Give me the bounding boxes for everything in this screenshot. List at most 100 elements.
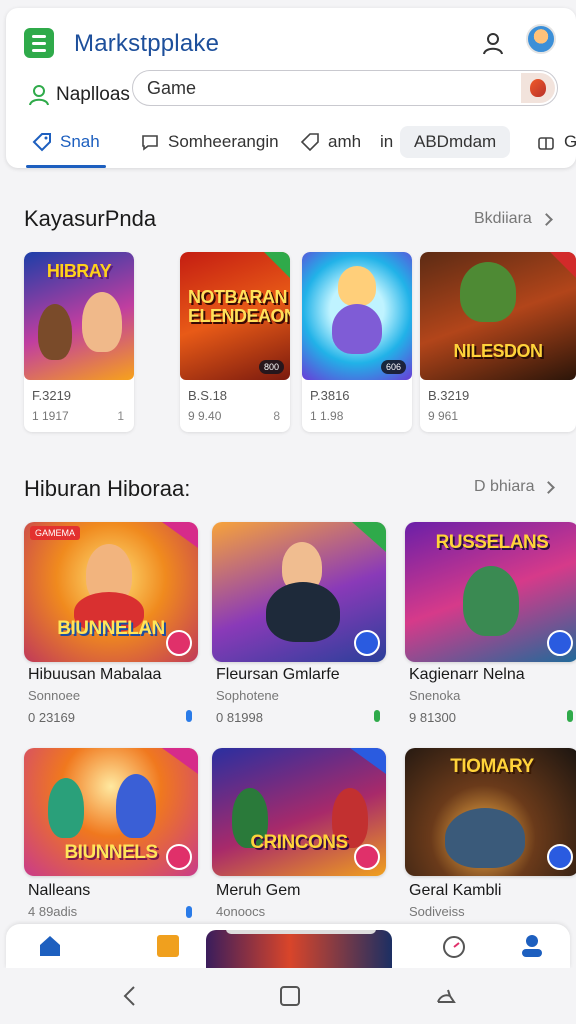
corner-badge [162,748,198,774]
account-icon [29,85,49,106]
product-meta: 9 961 [428,409,459,423]
voice-search-button[interactable] [521,73,555,103]
see-all-link[interactable]: Bkdiiara [474,210,553,228]
tab-label: ABDmdam [414,132,497,151]
game-subtitle: Sophotene [216,688,279,703]
active-tab-indicator [26,165,106,168]
see-all-label: D bhiara [474,478,535,495]
timer-icon[interactable] [440,932,468,960]
product-price: B.S.18 [188,388,228,403]
corner-badge [162,522,198,548]
chat-icon [142,135,158,151]
mic-icon [530,79,546,97]
game-card[interactable]: RUSSELANS Kagienarr Nelna Snenoka 9 8130… [405,522,576,725]
product-thumbnail: 606 [302,252,412,380]
peek-card[interactable] [206,930,392,968]
art-title: NOTBARAN ELENDEAON [188,287,290,326]
game-name: Nalleans [28,882,91,899]
product-index: 1 [117,409,124,423]
rating-badge: 800 [258,360,284,374]
product-meta: 9 9.40 [188,409,222,423]
game-subtitle: Sodiveiss [409,904,465,919]
favorite-icon[interactable] [354,630,380,656]
category-tabs: Snah Somheerangin amh in ABDmdam Ga [6,118,576,168]
recents-icon[interactable] [434,984,458,1008]
home-square-icon[interactable] [278,984,302,1008]
section-title: Hiburan Hiboraa: [24,476,191,501]
section-title: KayasurPnda [24,206,157,231]
game-name: Meruh Gem [216,882,301,899]
game-card[interactable]: BIUNNELS Nalleans 4 89adis [24,748,198,948]
product-index: 8 [273,409,280,423]
art-title: CRINCONS [250,832,348,853]
gift-icon [538,137,554,150]
tag-outline-icon [300,133,319,152]
profile-icon[interactable] [518,932,546,960]
see-all-link[interactable]: D bhiara [474,478,556,496]
tab-amh[interactable]: amh [300,126,361,158]
game-count: 0 23169 [28,710,75,725]
corner-badge [350,748,386,774]
menu-icon[interactable] [24,28,54,58]
game-count: 0 81998 [216,710,263,725]
product-card[interactable]: NILESDON B.3219 9 961 [420,252,576,432]
art-title: BIUNNELS [64,842,158,863]
product-card[interactable]: 606 P.3816 1 1.98 [302,252,412,432]
game-card[interactable]: GAMEMA BIUNNELAN Hibuusan Mabalaa Sonnoe… [24,522,198,725]
promo-tag: GAMEMA [30,526,81,540]
favorite-icon[interactable] [166,844,192,870]
favorite-icon[interactable] [166,630,192,656]
search-input[interactable] [147,77,507,99]
back-icon[interactable] [118,984,142,1008]
status-indicator [186,906,192,918]
product-card[interactable]: HIBRAY F.3219 1 1917 1 [24,252,134,432]
sale-badge [550,252,576,278]
tab-label: amh [328,132,362,151]
tab-label: Snah [60,132,100,151]
product-thumbnail: NOTBARAN ELENDEAON 800 [180,252,290,380]
system-nav-bar [0,968,576,1024]
header-card: Markstpplake Naplloas Snah Somheerangin [6,8,576,168]
product-price: F.3219 [32,388,72,403]
game-card[interactable]: CRINCONS Meruh Gem 4onoocs [212,748,386,948]
game-count: 9 81300 [409,710,456,725]
game-thumbnail: CRINCONS [212,748,386,876]
marketplace-app: Markstpplake Naplloas Snah Somheerangin [0,0,576,1024]
status-indicator [567,710,573,722]
product-meta: 1 1917 [32,409,69,423]
art-title: HIBRAY [46,261,112,281]
home-icon[interactable] [36,932,64,960]
tab-abdmdam[interactable]: ABDmdam [400,126,511,158]
favorite-icon[interactable] [354,844,380,870]
game-thumbnail: GAMEMA BIUNNELAN [24,522,198,662]
product-thumbnail: HIBRAY [24,252,134,380]
favorite-icon[interactable] [547,844,573,870]
tab-ga[interactable]: Ga [536,126,576,158]
rating-badge: 606 [380,360,406,374]
corner-badge [352,522,386,552]
status-indicator [374,710,380,722]
tab-snah[interactable]: Snah [32,126,100,158]
product-thumbnail: NILESDON [420,252,576,380]
new-badge [264,252,290,278]
tab-in[interactable]: in [380,126,393,158]
product-price: P.3816 [310,388,350,403]
favorite-icon[interactable] [547,630,573,656]
user-icon[interactable] [480,30,506,56]
game-thumbnail: BIUNNELS [24,748,198,876]
see-all-label: Bkdiiara [474,210,532,227]
search-bar [132,70,558,106]
game-card[interactable]: Fleursan Gmlarfe Sophotene 0 81998 [212,522,386,725]
game-card[interactable]: TIOMARY Geral Kambli Sodiveiss [405,748,576,948]
product-card[interactable]: NOTBARAN ELENDEAON 800 B.S.18 9 9.40 8 [180,252,290,432]
store-icon[interactable] [154,932,182,960]
game-name: Geral Kambli [409,882,502,899]
art-title: BIUNNELAN [57,618,165,639]
avatar[interactable] [526,24,556,54]
game-subtitle: Sonnoee [28,688,81,703]
status-indicator [186,710,192,722]
game-subtitle: Snenoka [409,688,461,703]
tag-icon [32,133,51,152]
art-title: RUSSELANS [435,532,549,553]
tab-somheerangin[interactable]: Somheerangin [140,126,279,158]
